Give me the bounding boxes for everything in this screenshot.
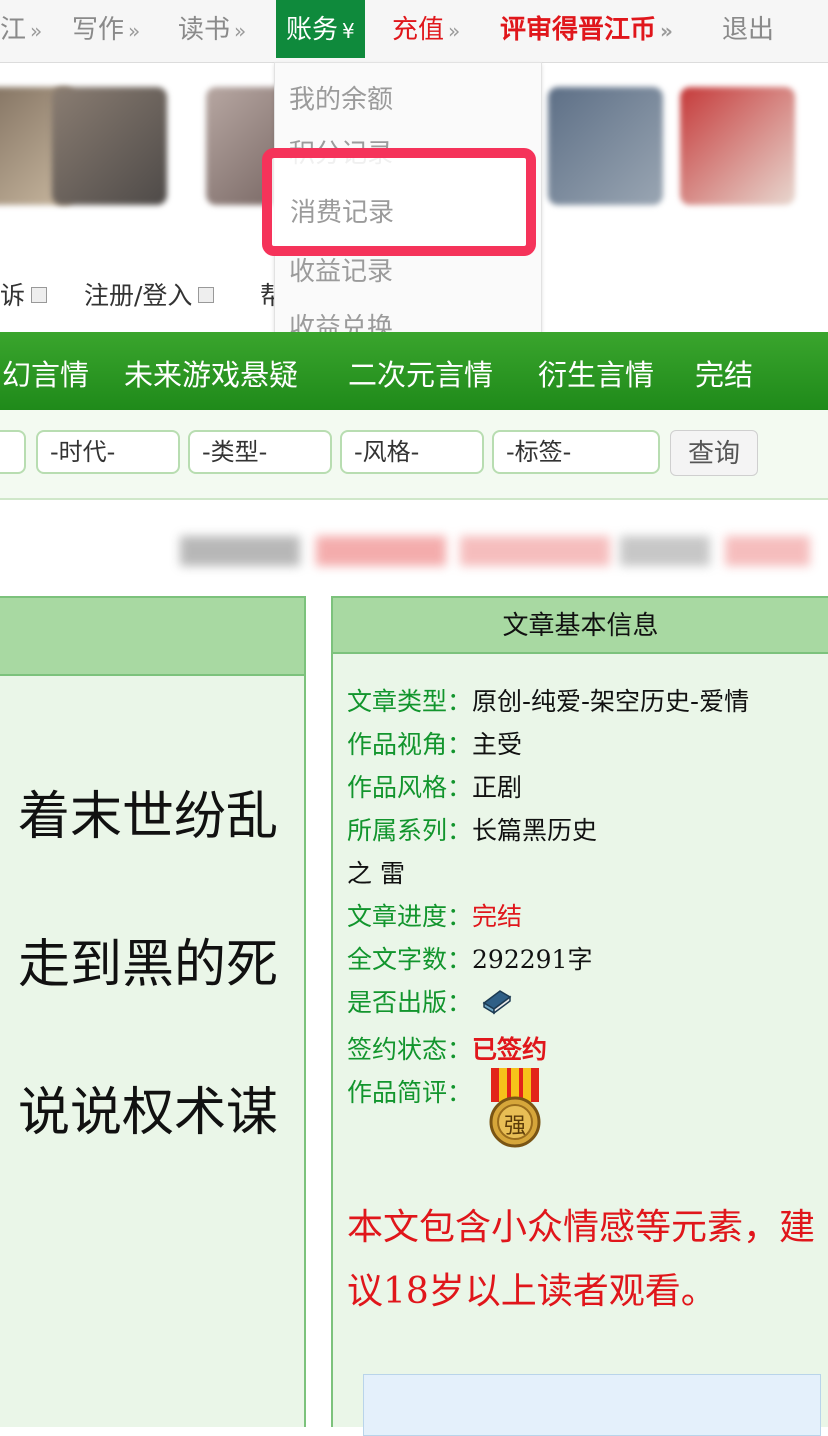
nav-item-recharge[interactable]: 充值» xyxy=(392,0,460,58)
filter-select-partial[interactable] xyxy=(0,430,26,474)
category-fantasy-romance[interactable]: 幻言情 xyxy=(2,352,89,394)
article-info-panel: 文章基本信息 文章类型：原创-纯爱-架空历史-爱情 作品视角：主受 作品风格：正… xyxy=(331,596,828,1436)
info-row-series-cont: 之 雷 xyxy=(347,859,405,888)
menu-item-consumption-record[interactable]: 消费记录 xyxy=(290,192,394,229)
menu-item-earnings-record[interactable]: 收益记录 xyxy=(289,251,393,288)
info-row-published: 是否出版： xyxy=(347,983,514,1021)
nav-item-write[interactable]: 写作» xyxy=(72,0,140,58)
top-nav: 江» 写作» 读书» 账务 ¥ 充值» 评审得晋江币» 退出 xyxy=(0,0,828,63)
banner-thumb[interactable] xyxy=(680,87,795,205)
dropdown-arrow-icon: ¥ xyxy=(342,19,355,43)
nav-item-accounts[interactable]: 账务 ¥ xyxy=(276,0,365,58)
category-completed[interactable]: 完结 xyxy=(695,352,753,394)
util-item-complaint[interactable]: 诉 xyxy=(0,276,48,312)
filter-style-select[interactable]: -风格- xyxy=(340,430,484,474)
info-row-wordcount: 全文字数：292291字 xyxy=(347,945,593,974)
info-row-series: 所属系列：长篇黑历史 xyxy=(347,816,598,845)
nav-item-jiang[interactable]: 江» xyxy=(0,0,42,58)
dropdown-icon xyxy=(198,287,215,303)
util-item-register-login[interactable]: 注册/登入 xyxy=(84,276,215,312)
category-future-game-mystery[interactable]: 未来游戏悬疑 xyxy=(124,352,298,394)
nav-item-read[interactable]: 读书» xyxy=(178,0,246,58)
filter-tag-select[interactable]: -标签- xyxy=(492,430,660,474)
filter-era-select[interactable]: -时代- xyxy=(36,430,180,474)
info-row-review: 作品简评： xyxy=(347,1078,473,1107)
info-row-style: 作品风格：正剧 xyxy=(347,773,523,802)
info-row-progress: 文章进度：完结 xyxy=(347,902,523,931)
summary-panel: 着末世纷乱 走到黑的死 说说权术谋 xyxy=(0,596,306,1427)
blurred-notice xyxy=(180,536,810,566)
info-row-perspective: 作品视角：主受 xyxy=(347,730,523,759)
article-info-title: 文章基本信息 xyxy=(333,598,828,654)
info-row-contract: 签约状态：已签约 xyxy=(347,1035,548,1064)
dropdown-icon xyxy=(31,287,48,303)
filter-bar: -时代- -类型- -风格- -标签- 查询 xyxy=(0,410,828,500)
nav-item-review-coins[interactable]: 评审得晋江币» xyxy=(500,0,673,58)
info-row-type: 文章类型：原创-纯爱-架空历史-爱情 xyxy=(347,687,750,716)
category-acg-romance[interactable]: 二次元言情 xyxy=(348,352,493,394)
summary-line: 走到黑的死 xyxy=(17,935,278,995)
medal-label: 强 xyxy=(503,1114,526,1139)
category-bar: 幻言情 未来游戏悬疑 二次元言情 衍生言情 完结 xyxy=(0,332,828,410)
menu-item-my-balance[interactable]: 我的余额 xyxy=(289,79,393,116)
medal-icon: 强 xyxy=(487,1068,543,1148)
banner-thumb[interactable] xyxy=(548,87,663,205)
summary-line: 着末世纷乱 xyxy=(17,787,278,847)
book-icon xyxy=(480,987,514,1021)
summary-panel-header xyxy=(0,598,304,676)
summary-line: 说说权术谋 xyxy=(17,1083,278,1143)
age-warning: 本文包含小众情感等元素，建议18岁以上读者观看。 xyxy=(347,1207,816,1312)
filter-type-select[interactable]: -类型- xyxy=(188,430,332,474)
banner-thumb[interactable] xyxy=(52,87,167,205)
category-derivative-romance[interactable]: 衍生言情 xyxy=(538,352,654,394)
query-button[interactable]: 查询 xyxy=(670,430,758,476)
nav-item-logout[interactable]: 退出 xyxy=(722,0,774,58)
